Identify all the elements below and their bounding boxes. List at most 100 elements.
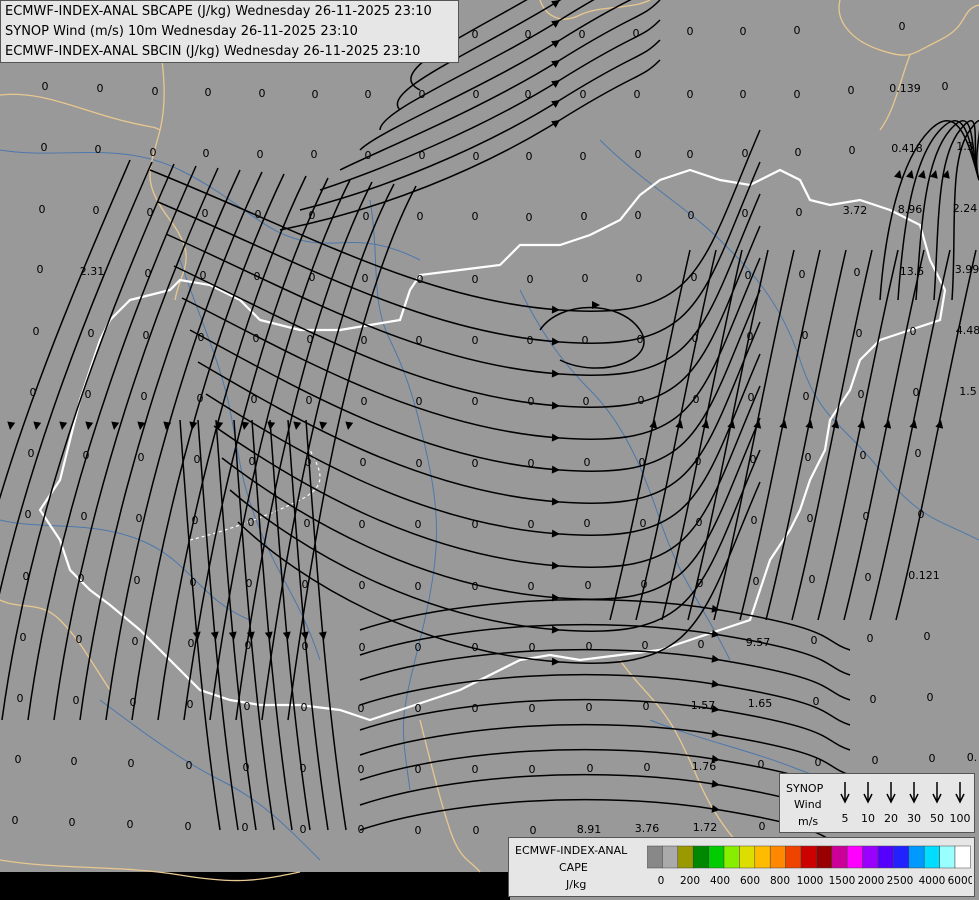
map-title-box: ECMWF-INDEX-ANAL SBCAPE (J/kg) Wednesday… [0, 0, 459, 63]
station-value: 0 [416, 334, 423, 347]
station-value: 0 [580, 88, 587, 101]
station-value: 0 [758, 758, 765, 771]
station-value: 0 [358, 763, 365, 776]
station-value: 0 [127, 818, 134, 831]
cape-swatch [877, 845, 894, 869]
cape-swatch [939, 845, 956, 869]
station-value: 0 [813, 695, 820, 708]
station-value: 0 [249, 455, 256, 468]
station-value: 0 [802, 329, 809, 342]
station-value: 0 [585, 579, 592, 592]
station-value: 0. [967, 751, 978, 764]
station-value: 0 [927, 691, 934, 704]
station-value: 0 [300, 762, 307, 775]
station-value: 0 [745, 269, 752, 282]
station-value: 2.31 [80, 265, 105, 278]
station-value: 2.24 [953, 202, 978, 215]
cape-tick-label: 4000 [919, 875, 946, 887]
station-value: 0 [643, 700, 650, 713]
station-value: 0 [856, 327, 863, 340]
station-value: 0 [417, 273, 424, 286]
station-value: 0 [635, 209, 642, 222]
cape-tick-label: 200 [680, 875, 700, 887]
station-value: 0 [472, 580, 479, 593]
wind-legend-subtitle: Wind [794, 798, 822, 811]
station-value: 0 [198, 331, 205, 344]
station-value: 0 [69, 816, 76, 829]
station-value: 0 [472, 641, 479, 654]
station-value: 0 [870, 693, 877, 706]
weather-map[interactable]: 0 0 0 0 0 0 0 0 0 0 0 0 0 0 0 0 0.139 0 0 0 0 0 0 0 0 0 0 0 0 0 0 0 0 0 0 0… [0, 0, 979, 900]
cape-swatch [846, 845, 863, 869]
station-value: 0 [586, 640, 593, 653]
station-value: 0 [253, 332, 260, 345]
station-value: 0 [365, 149, 372, 162]
cape-swatch [800, 845, 817, 869]
station-value: 0 [639, 456, 646, 469]
cape-legend: ECMWF-INDEX-ANAL CAPE J/kg 0 200 400 600 800… [508, 837, 975, 897]
station-value: 0.418 [891, 142, 923, 155]
cape-tick-label: 2500 [887, 875, 914, 887]
station-value: 0 [687, 148, 694, 161]
station-value: 0 [580, 150, 587, 163]
cape-swatch [862, 845, 879, 869]
station-value: 0 [525, 88, 532, 101]
station-value: 0 [526, 150, 533, 163]
station-value: 0 [742, 207, 749, 220]
station-value: 0 [41, 141, 48, 154]
station-value: 0 [918, 508, 925, 521]
station-value: 0 [71, 755, 78, 768]
station-value: 0 [358, 702, 365, 715]
station-value: 0 [803, 390, 810, 403]
station-value: 0 [415, 763, 422, 776]
station-value: 3.72 [843, 204, 868, 217]
station-value: 0 [924, 630, 931, 643]
station-value: 0 [796, 206, 803, 219]
wind-speed-label: 100 [950, 812, 971, 825]
station-value: 0 [81, 510, 88, 523]
station-value: 0 [942, 80, 949, 93]
station-value: 0 [361, 334, 368, 347]
station-value: 8.91 [577, 823, 602, 836]
station-value: 0 [740, 25, 747, 38]
cape-legend-unit: J/kg [566, 878, 587, 891]
station-value: 1.76 [692, 760, 717, 773]
station-value: 0 [361, 395, 368, 408]
station-value: 0 [915, 447, 922, 460]
station-value: 0 [416, 395, 423, 408]
station-value: 0 [687, 25, 694, 38]
station-value: 0 [20, 631, 27, 644]
station-value: 0 [197, 392, 204, 405]
station-value: 0 [415, 641, 422, 654]
station-value: 0 [419, 149, 426, 162]
map-view[interactable]: 0 0 0 0 0 0 0 0 0 0 0 0 0 0 0 0 0.139 0 0 0 0 0 0 0 0 0 0 0 0 0 0 0 0 0 0 0… [0, 0, 979, 900]
station-value: 0 [25, 508, 32, 521]
wind-speed-label: 5 [842, 812, 849, 825]
station-value: 0 [472, 702, 479, 715]
station-value: 0 [641, 578, 648, 591]
station-value: 0 [472, 210, 479, 223]
station-value: 0 [365, 88, 372, 101]
station-value: 0 [147, 206, 154, 219]
wind-speed-label: 20 [884, 812, 898, 825]
cape-swatch [662, 845, 679, 869]
sea-strip [0, 872, 510, 900]
station-value: 0 [360, 456, 367, 469]
cape-tick-label: 1000 [797, 875, 824, 887]
station-value: 0 [582, 272, 589, 285]
station-value: 0 [416, 457, 423, 470]
station-value: 0.139 [889, 82, 921, 95]
station-value: 0 [23, 570, 30, 583]
station-value: 0 [528, 518, 535, 531]
station-value: 0 [691, 271, 698, 284]
station-value: 0 [304, 517, 311, 530]
station-value: 0 [415, 580, 422, 593]
station-value: 0 [301, 701, 308, 714]
station-value: 0 [860, 449, 867, 462]
station-value: 0 [809, 573, 816, 586]
cape-tick-label: 0 [658, 875, 665, 887]
station-value: 0 [863, 510, 870, 523]
station-value: 0 [587, 762, 594, 775]
station-value: 0 [78, 572, 85, 585]
station-value: 0 [242, 821, 249, 834]
